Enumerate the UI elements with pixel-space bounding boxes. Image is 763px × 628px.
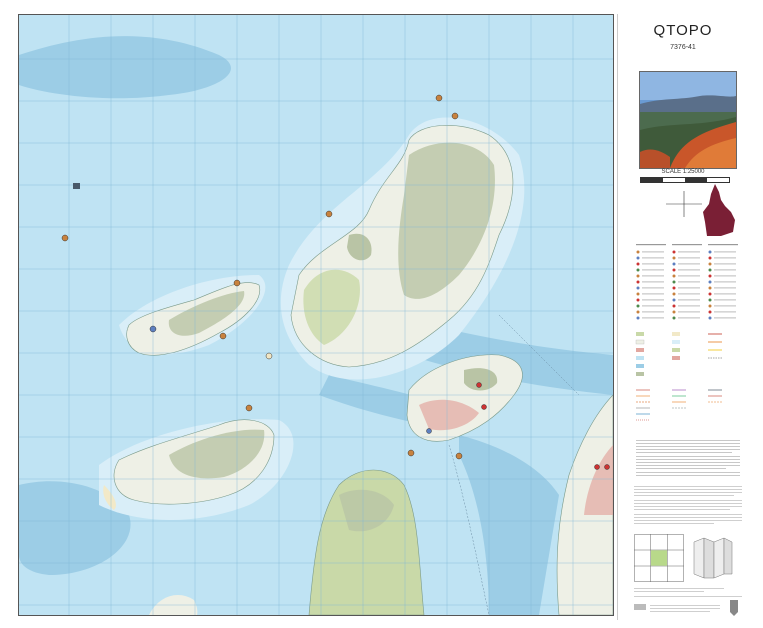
camping-icon xyxy=(594,464,600,470)
anchor-icon xyxy=(149,325,157,333)
notes-text xyxy=(634,486,742,524)
sheet-number: 7376-41 xyxy=(670,44,696,51)
camping-icon xyxy=(604,464,610,470)
government-crest-icon xyxy=(730,600,738,616)
poi-icon xyxy=(245,404,253,412)
map-sheet: QTOPO 7376-41 SCALE 1:25000 xyxy=(0,0,763,628)
folding-diagram xyxy=(693,537,733,579)
poi-icon xyxy=(455,452,463,460)
poi-icon xyxy=(265,352,273,360)
poi-icon xyxy=(325,210,333,218)
poi-icon xyxy=(61,234,69,242)
poi-icon xyxy=(407,449,415,457)
cover-photo xyxy=(639,71,737,169)
poi-icon xyxy=(219,332,227,340)
camping-icon xyxy=(481,404,487,410)
poi-icon xyxy=(233,279,241,287)
structure-marker xyxy=(73,183,80,189)
poi-icon xyxy=(451,112,459,120)
adjoining-sheets-index xyxy=(634,534,684,582)
poi-icon xyxy=(435,94,443,102)
copyright-block xyxy=(634,588,742,616)
map-legend xyxy=(634,240,744,480)
topographic-map[interactable] xyxy=(18,14,614,616)
map-title: QTOPO xyxy=(653,22,713,39)
map-info-panel: QTOPO 7376-41 SCALE 1:25000 xyxy=(617,14,748,620)
grid-diagram xyxy=(664,189,704,219)
camping-icon xyxy=(476,382,482,388)
map-canvas[interactable] xyxy=(19,15,613,615)
anchor-icon xyxy=(426,428,432,434)
locator-map xyxy=(703,184,735,236)
scale-label: SCALE 1:25000 xyxy=(661,169,705,175)
